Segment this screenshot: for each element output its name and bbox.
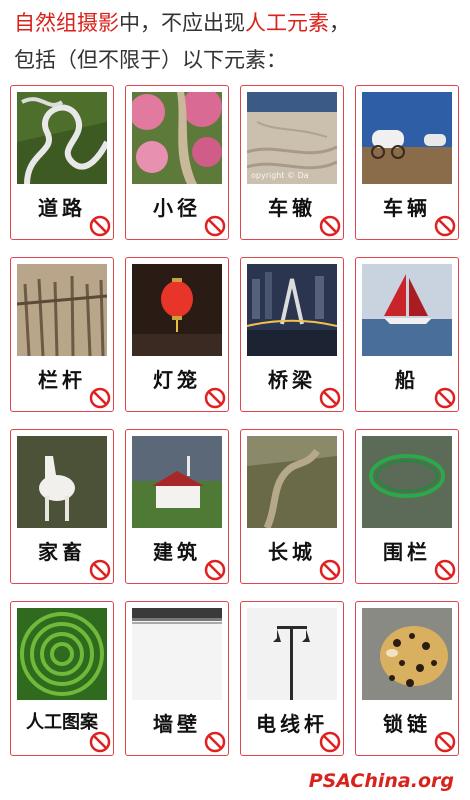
- prohibited-icon: [89, 731, 111, 753]
- card-livestock: 家畜: [10, 429, 114, 584]
- intro-comma: ，: [329, 11, 350, 35]
- card-label: 家畜: [38, 540, 86, 564]
- wall-photo: [132, 608, 222, 700]
- watermark: PSAChina.org: [308, 770, 454, 792]
- card-label: 长城: [268, 540, 316, 564]
- element-grid: 道路 小径 opyright © Da 车辙 车辆 栏杆 灯笼 桥梁 船 家畜 …: [10, 85, 460, 756]
- header: 自然组摄影中，不应出现人工元素， 包括（但不限于）以下元素：: [14, 8, 464, 76]
- intro-highlight-artificial: 人工元素: [245, 11, 329, 35]
- card-label: 小径: [153, 196, 201, 220]
- intro-highlight-nature: 自然组摄影: [14, 11, 119, 35]
- livestock-photo: [17, 436, 107, 528]
- card-utility-pole: 电线杆: [240, 601, 344, 756]
- card-road: 道路: [10, 85, 114, 240]
- card-label: 墙壁: [153, 712, 201, 736]
- chain-photo: [362, 608, 452, 700]
- card-artificial-pattern: 人工图案: [10, 601, 114, 756]
- card-label: 道路: [38, 196, 86, 220]
- card-tire-tracks: opyright © Da 车辙: [240, 85, 344, 240]
- card-label: 灯笼: [153, 368, 201, 392]
- card-label: 围栏: [383, 540, 431, 564]
- utility-pole-photo: [247, 608, 337, 700]
- intro-text: 中，不应出现: [119, 11, 245, 35]
- railing-photo: [17, 264, 107, 356]
- vehicle-photo: [362, 92, 452, 184]
- card-boat: 船: [355, 257, 459, 412]
- tire-tracks-photo: opyright © Da: [247, 92, 337, 184]
- card-bridge: 桥梁: [240, 257, 344, 412]
- card-label: 建筑: [153, 540, 201, 564]
- artificial-pattern-photo: [17, 608, 107, 700]
- card-label: 桥梁: [268, 368, 316, 392]
- card-great-wall: 长城: [240, 429, 344, 584]
- card-label: 栏杆: [38, 368, 86, 392]
- card-label: 锁链: [383, 712, 431, 736]
- card-lantern: 灯笼: [125, 257, 229, 412]
- path-photo: [132, 92, 222, 184]
- fence-photo: [362, 436, 452, 528]
- card-label: 车辆: [383, 196, 431, 220]
- bridge-photo: [247, 264, 337, 356]
- intro-line-1: 自然组摄影中，不应出现人工元素，: [14, 8, 464, 39]
- road-photo: [17, 92, 107, 184]
- card-label: 船: [395, 368, 419, 392]
- card-label: 车辙: [268, 196, 316, 220]
- card-wall: 墙壁: [125, 601, 229, 756]
- lantern-photo: [132, 264, 222, 356]
- card-vehicle: 车辆: [355, 85, 459, 240]
- card-path: 小径: [125, 85, 229, 240]
- card-chain: 锁链: [355, 601, 459, 756]
- card-fence: 围栏: [355, 429, 459, 584]
- building-photo: [132, 436, 222, 528]
- card-railing: 栏杆: [10, 257, 114, 412]
- intro-line-2: 包括（但不限于）以下元素：: [14, 48, 287, 72]
- boat-photo: [362, 264, 452, 356]
- card-label: 电线杆: [256, 712, 328, 736]
- card-label: 人工图案: [26, 712, 98, 733]
- card-building: 建筑: [125, 429, 229, 584]
- copyright-overlay: opyright © Da: [251, 171, 309, 180]
- great-wall-photo: [247, 436, 337, 528]
